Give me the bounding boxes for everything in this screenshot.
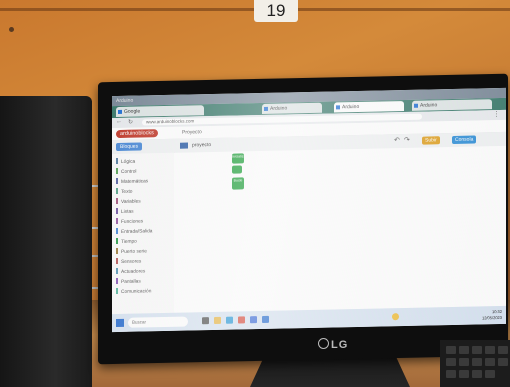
category-item[interactable]: Listas <box>116 208 134 215</box>
back-icon[interactable]: ← <box>116 119 122 125</box>
favicon-icon <box>414 103 418 108</box>
task-view-icon[interactable] <box>202 317 209 325</box>
undo-icon[interactable]: ↶ <box>394 136 400 144</box>
reload-icon[interactable]: ↻ <box>128 119 133 126</box>
blocks-sidebar: Lógica Control Matemáticas Texto Variables Li… <box>112 152 175 315</box>
category-item[interactable]: Comunicación <box>116 287 151 295</box>
category-color-icon <box>116 278 118 285</box>
category-label: Puerto serie <box>121 249 147 255</box>
redo-icon[interactable]: ↷ <box>404 136 410 144</box>
category-label: Variables <box>121 199 141 205</box>
category-label: Comunicación <box>121 289 152 295</box>
blocks-button[interactable]: Bloques <box>116 142 143 152</box>
category-item[interactable]: Puerto serie <box>116 247 147 255</box>
store-icon[interactable] <box>250 316 257 324</box>
workspace-block[interactable]: Inicializar <box>232 153 247 164</box>
category-label: Listas <box>121 209 134 215</box>
category-item[interactable]: Pantallas <box>116 278 141 286</box>
file-explorer-icon[interactable] <box>214 316 221 324</box>
taskbar-search[interactable]: Buscar <box>128 316 188 328</box>
console-button[interactable]: Consola <box>452 135 477 145</box>
upload-button[interactable]: Subir <box>422 136 440 145</box>
category-label: Pantallas <box>121 279 141 285</box>
category-item[interactable]: Lógica <box>116 158 135 165</box>
category-color-icon <box>116 158 118 165</box>
favicon-icon <box>264 106 268 111</box>
edge-icon[interactable] <box>226 316 233 324</box>
chrome-icon[interactable] <box>238 316 245 324</box>
menu-icon[interactable]: ⋮ <box>493 110 500 118</box>
category-color-icon <box>116 258 118 265</box>
category-item[interactable]: Funciones <box>116 217 143 225</box>
category-item[interactable]: Variables <box>116 198 141 206</box>
category-item[interactable]: Matemáticas <box>116 177 148 185</box>
category-label: Actuadores <box>121 269 146 275</box>
category-color-icon <box>116 198 118 205</box>
category-color-icon <box>116 208 118 215</box>
weather-icon[interactable] <box>392 313 399 321</box>
project-label[interactable]: Proyecto <box>182 128 202 136</box>
category-label: Tiempo <box>121 239 137 245</box>
category-color-icon <box>116 288 118 295</box>
windows-start-icon[interactable] <box>116 318 124 328</box>
category-label: Entrada/Salida <box>121 229 153 235</box>
category-color-icon <box>116 168 118 175</box>
brand-logo[interactable]: arduinoblocks <box>116 129 158 139</box>
category-color-icon <box>116 268 118 275</box>
category-item[interactable]: Tiempo <box>116 238 137 245</box>
category-item[interactable]: Control <box>116 168 136 175</box>
category-label: Matemáticas <box>121 179 149 185</box>
category-color-icon <box>116 218 118 225</box>
speaker <box>0 96 92 387</box>
monitor-brand-text: LG <box>331 339 349 351</box>
favicon-icon <box>118 109 122 115</box>
category-item[interactable]: Sensores <box>116 258 141 266</box>
workspace-block[interactable] <box>232 165 242 174</box>
monitor-screen: Arduino Google Arduino Arduino Arduino ←… <box>112 87 506 333</box>
category-label: Control <box>121 169 137 175</box>
lg-logo-icon <box>318 338 329 349</box>
category-item[interactable]: Entrada/Salida <box>116 227 152 235</box>
category-color-icon <box>116 248 118 255</box>
category-label: Sensores <box>121 259 142 265</box>
file-name[interactable]: proyecto <box>192 141 211 149</box>
monitor-logo: LG <box>318 338 348 351</box>
category-label: Texto <box>121 189 133 195</box>
favicon-icon <box>336 105 340 110</box>
category-color-icon <box>116 178 118 185</box>
category-color-icon <box>116 188 118 195</box>
taskbar-clock[interactable]: 10:32 12/05/2023 <box>482 309 502 321</box>
browser-tab[interactable]: Arduino <box>412 99 492 111</box>
keyboard <box>440 340 510 387</box>
category-label: Lógica <box>121 159 136 165</box>
screw <box>9 27 14 32</box>
workspace-block[interactable]: Bucle <box>232 177 244 190</box>
category-color-icon <box>116 228 118 235</box>
blocks-workspace[interactable]: Inicializar Bucle <box>174 145 506 313</box>
mail-icon[interactable] <box>262 315 269 323</box>
folder-icon[interactable] <box>180 142 188 149</box>
number-tag: 19 <box>254 0 298 22</box>
category-color-icon <box>116 238 118 245</box>
category-item[interactable]: Actuadores <box>116 267 145 275</box>
browser-tab[interactable]: Google <box>116 105 204 118</box>
browser-tab[interactable]: Arduino <box>262 102 322 114</box>
browser-tab[interactable]: Arduino <box>334 101 404 113</box>
category-label: Funciones <box>121 219 144 225</box>
category-item[interactable]: Texto <box>116 188 132 195</box>
